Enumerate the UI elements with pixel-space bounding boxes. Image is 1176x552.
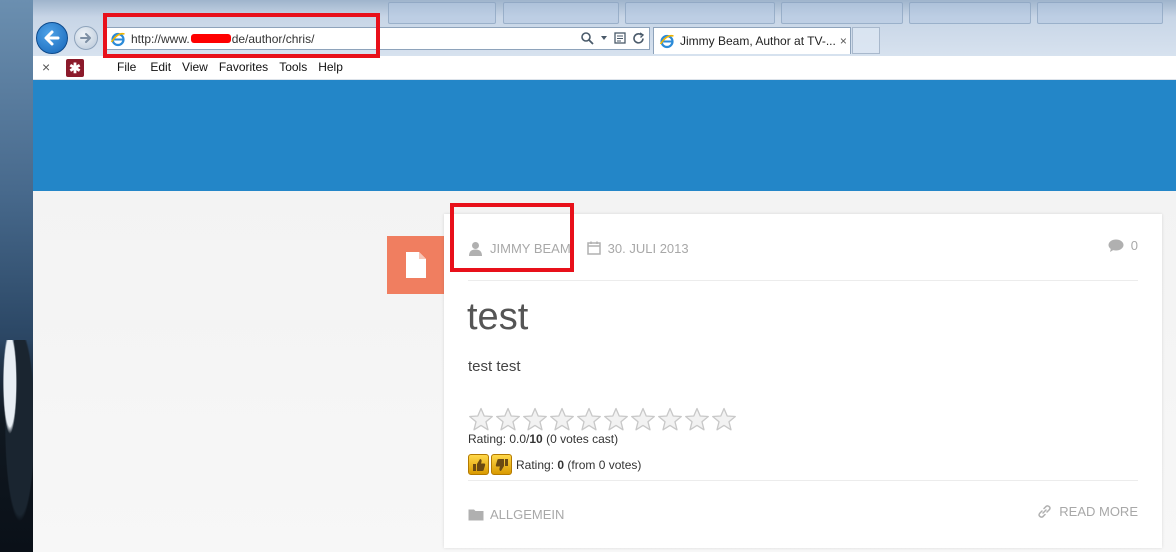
ie-icon [659,34,674,49]
meta-divider [468,280,1138,281]
menu-view[interactable]: View [182,60,216,74]
thumbs-rating: Rating: 0 (from 0 votes) [468,454,641,475]
refresh-icon[interactable] [632,31,645,45]
dropdown-arrow-icon[interactable] [600,34,608,42]
document-icon [405,252,426,278]
tab-close-button[interactable]: × [840,34,847,48]
addon-icon[interactable]: ✱ [66,59,84,77]
background-window-ghost [503,2,619,24]
thumbs-down-icon [495,458,508,471]
compatibility-view-icon[interactable] [614,32,626,44]
star-icon[interactable] [576,407,602,432]
star-icon[interactable] [468,407,494,432]
star-icon[interactable] [630,407,656,432]
thumbs-down-button[interactable] [491,454,512,475]
close-icon[interactable]: × [42,59,50,75]
star-icon[interactable] [711,407,737,432]
star-icon[interactable] [522,407,548,432]
background-window-ghost [781,2,903,24]
rating-suffix: (0 votes cast) [542,432,619,446]
background-window-ghost [388,2,496,24]
thumbs-prefix: Rating: [516,457,558,472]
star-icon[interactable] [603,407,629,432]
background-window-ghost [625,2,775,24]
footer-divider [468,480,1138,481]
desktop-tree-silhouette [0,340,33,552]
annotation-box-url [103,13,380,58]
comment-count: 0 [1130,238,1138,253]
rating-summary: Rating: 0.0/10 (0 votes cast) [468,432,618,446]
menu-edit[interactable]: Edit [150,60,179,74]
post-footer: ALLGEMEIN READ MORE [468,504,1138,524]
post-date: 30. JULI 2013 [607,240,689,256]
calendar-icon [586,241,601,255]
back-button[interactable] [36,22,68,54]
tab-active[interactable]: Jimmy Beam, Author at TV-... × [653,27,851,54]
post-format-badge [387,236,452,294]
star-icon[interactable] [549,407,575,432]
star-icon[interactable] [495,407,521,432]
post-category-link[interactable]: ALLGEMEIN [490,507,564,522]
read-more-label: READ MORE [1059,504,1138,519]
menu-file[interactable]: File [117,60,144,74]
rating-prefix: Rating: 0.0/ [468,432,530,446]
tab-title: Jimmy Beam, Author at TV-... [680,34,836,48]
menu-help[interactable]: Help [318,60,351,74]
menu-items: File Edit View Favorites Tools Help [117,60,354,74]
rating-max: 10 [529,432,543,446]
comment-icon [1108,239,1124,252]
menu-tools[interactable]: Tools [279,60,315,74]
back-arrow-icon [44,30,60,46]
new-tab-button[interactable] [852,27,880,54]
thumbs-up-button[interactable] [468,454,489,475]
browser-window: http://www. de/author/chris/ Jimmy Beam, … [33,0,1176,552]
star-rating-widget[interactable] [468,407,737,432]
forward-arrow-icon [80,33,91,43]
menu-favorites[interactable]: Favorites [219,60,276,74]
annotation-box-author [450,203,574,272]
link-icon [1038,505,1052,518]
desktop-background [0,0,33,552]
star-icon[interactable] [657,407,683,432]
address-tools [580,31,645,45]
thumbs-summary: Rating: 0 (from 0 votes) [516,458,641,472]
folder-icon [468,509,484,520]
site-header-banner [33,80,1176,191]
star-icon[interactable] [684,407,710,432]
post-excerpt: test test [468,358,521,375]
background-window-ghost [1037,2,1163,24]
comment-count-link[interactable]: 0 [1108,238,1138,253]
forward-button[interactable] [74,26,98,50]
read-more-link[interactable]: READ MORE [1037,504,1138,519]
thumbs-up-icon [472,458,485,471]
thumbs-suffix: (from 0 votes) [564,457,642,472]
search-icon[interactable] [580,31,594,45]
background-window-ghost [909,2,1031,24]
post-title-link[interactable]: test [467,296,528,339]
menu-bar: × ✱ File Edit View Favorites Tools Help [33,56,1176,80]
